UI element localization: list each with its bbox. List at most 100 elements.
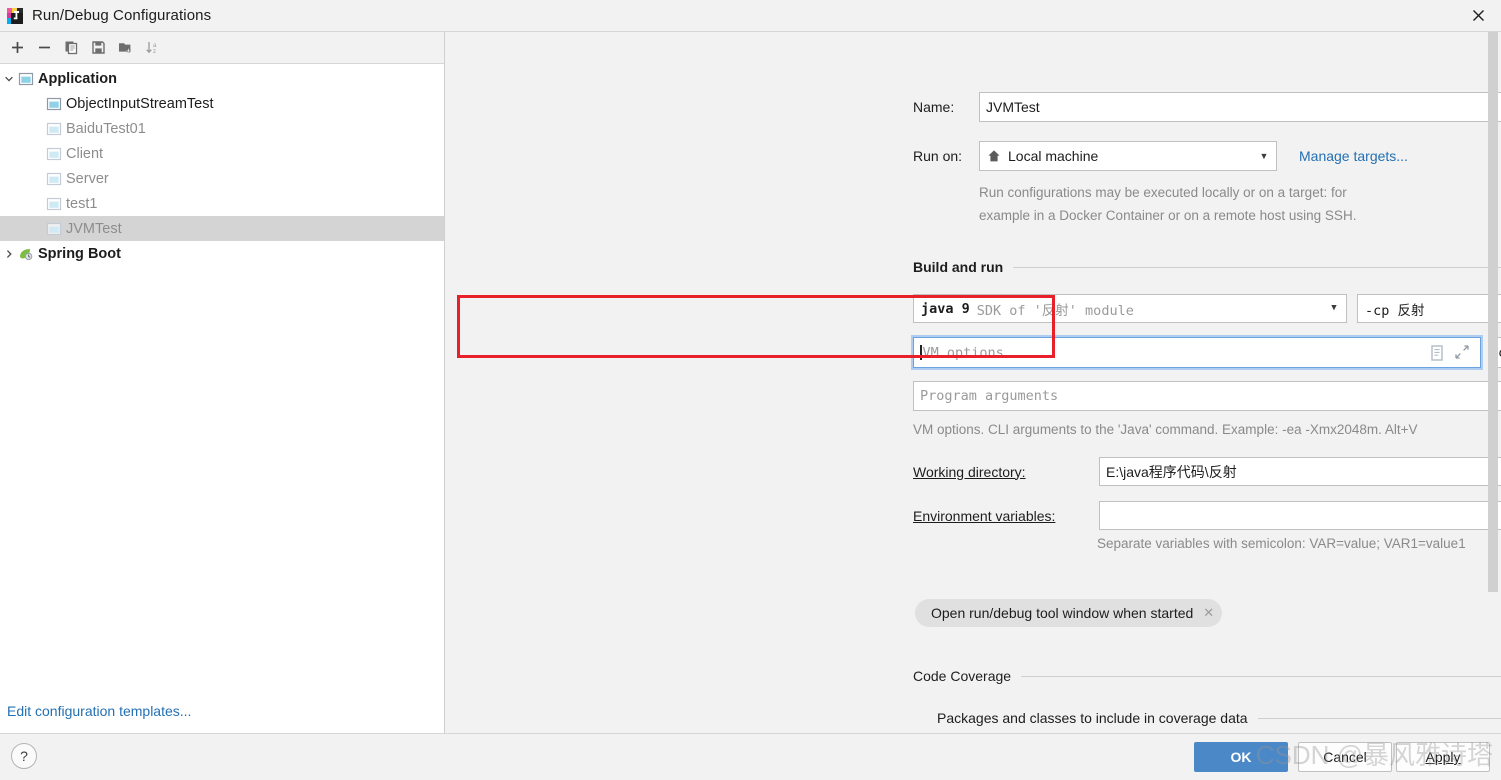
tree-node-spring-boot[interactable]: Spring Boot bbox=[0, 241, 444, 266]
classpath-dropdown[interactable]: -cp 反射 ▼ bbox=[1357, 294, 1501, 323]
folder-add-icon[interactable] bbox=[112, 35, 139, 60]
insert-macro-icon[interactable] bbox=[1430, 344, 1446, 361]
classpath-value: -cp 反射 bbox=[1365, 302, 1425, 319]
working-directory-input[interactable]: E:\java程序代码\反射 bbox=[1099, 457, 1501, 486]
tree-node-jvmtest[interactable]: JVMTest bbox=[0, 216, 444, 241]
name-row: Name: JVMTest bbox=[913, 92, 1501, 122]
configurations-sidebar: a z Application ObjectInputStreamTest Ba… bbox=[0, 32, 445, 733]
remove-configuration-button[interactable] bbox=[31, 35, 58, 60]
tree-node-objectinputstreamtest[interactable]: ObjectInputStreamTest bbox=[0, 91, 444, 116]
local-machine-icon bbox=[987, 149, 1001, 163]
build-and-run-title: Build and run bbox=[913, 259, 1004, 275]
run-config-icon bbox=[46, 121, 62, 137]
chevron-down-icon[interactable]: ▼ bbox=[1256, 151, 1272, 161]
application-icon bbox=[18, 71, 34, 87]
run-config-icon bbox=[46, 96, 62, 112]
tree-node-label: BaiduTest01 bbox=[66, 120, 146, 137]
run-on-value: Local machine bbox=[1008, 148, 1099, 164]
chevron-right-icon[interactable] bbox=[0, 249, 18, 259]
tree-node-client[interactable]: Client bbox=[0, 141, 444, 166]
ok-button[interactable]: OK bbox=[1194, 742, 1288, 772]
apply-button[interactable]: Apply bbox=[1396, 742, 1490, 772]
coverage-packages-title: Packages and classes to include in cover… bbox=[937, 710, 1248, 726]
jre-module-label: SDK of '反射' module bbox=[976, 302, 1134, 319]
run-on-hint-line-2: example in a Docker Container or on a re… bbox=[979, 208, 1357, 223]
tree-node-application[interactable]: Application bbox=[0, 66, 444, 91]
editor-vertical-scrollbar[interactable] bbox=[1488, 32, 1498, 733]
manage-targets-link[interactable]: Manage targets... bbox=[1299, 148, 1408, 164]
help-button[interactable]: ? bbox=[11, 743, 37, 769]
section-divider bbox=[1013, 266, 1501, 268]
svg-text:z: z bbox=[153, 49, 156, 55]
title-bar: Run/Debug Configurations bbox=[0, 0, 1501, 31]
cancel-button[interactable]: Cancel bbox=[1298, 742, 1392, 772]
name-label: Name: bbox=[913, 99, 955, 115]
code-coverage-title: Code Coverage bbox=[913, 668, 1012, 684]
section-divider bbox=[1257, 717, 1501, 719]
close-icon[interactable]: ✕ bbox=[1203, 605, 1214, 621]
code-coverage-section-header: Code Coverage Modify ⌄ bbox=[913, 668, 1501, 684]
intellij-idea-icon bbox=[7, 7, 23, 24]
working-directory-row: Working directory: E:\java程序代码\反射 bbox=[913, 457, 1501, 486]
scrollbar-thumb[interactable] bbox=[1488, 32, 1498, 592]
window-title: Run/Debug Configurations bbox=[32, 7, 212, 24]
open-tool-window-chip[interactable]: Open run/debug tool window when started … bbox=[915, 599, 1223, 627]
chevron-down-icon[interactable] bbox=[0, 74, 18, 84]
copy-configuration-button[interactable] bbox=[58, 35, 85, 60]
open-tool-window-chip-label: Open run/debug tool window when started bbox=[931, 605, 1194, 621]
run-config-icon bbox=[46, 146, 62, 162]
chevron-down-icon[interactable]: ▼ bbox=[1326, 304, 1342, 313]
program-arguments-input[interactable]: Program arguments bbox=[913, 381, 1501, 411]
run-on-label: Run on: bbox=[913, 148, 963, 164]
run-config-icon bbox=[46, 171, 62, 187]
expand-editor-icon[interactable] bbox=[1455, 344, 1471, 361]
run-on-row: Run on: Local machine ▼ Manage targets..… bbox=[913, 141, 1408, 171]
configuration-editor-content: Name: JVMTest Store as project file bbox=[445, 32, 1501, 733]
tree-node-label: Application bbox=[38, 70, 117, 87]
tree-node-label: Client bbox=[66, 145, 104, 162]
close-icon[interactable] bbox=[1455, 0, 1501, 31]
tree-node-label: Spring Boot bbox=[38, 245, 121, 262]
environment-variables-hint: Separate variables with semicolon: VAR=v… bbox=[1097, 536, 1466, 551]
environment-variables-row: Environment variables: bbox=[913, 501, 1501, 530]
run-on-hint: Run configurations may be executed local… bbox=[979, 181, 1356, 227]
build-and-run-section-header: Build and run Modify options ⌄ Alt+M bbox=[913, 259, 1501, 275]
vm-options-input[interactable]: VM options bbox=[913, 337, 1481, 368]
svg-text:a: a bbox=[153, 43, 157, 49]
environment-variables-input[interactable] bbox=[1099, 501, 1501, 530]
vm-options-hint: VM options. CLI arguments to the 'Java' … bbox=[913, 422, 1418, 437]
vm-options-placeholder: VM options bbox=[922, 344, 1004, 361]
tree-node-label: ObjectInputStreamTest bbox=[66, 95, 214, 112]
sort-az-icon[interactable]: a z bbox=[139, 35, 166, 60]
run-config-icon bbox=[46, 221, 62, 237]
run-debug-configurations-dialog: Run/Debug Configurations a z Application… bbox=[0, 0, 1501, 780]
tree-node-label: test1 bbox=[66, 195, 98, 212]
configurations-tree[interactable]: Application ObjectInputStreamTest BaiduT… bbox=[0, 64, 444, 689]
program-arguments-placeholder: Program arguments bbox=[920, 388, 1059, 404]
jre-dropdown[interactable]: java 9 SDK of '反射' module ▼ bbox=[913, 294, 1347, 323]
tree-node-label: Server bbox=[66, 170, 109, 187]
configuration-editor-panel: Name: JVMTest Store as project file bbox=[445, 32, 1501, 733]
coverage-packages-section-header: Packages and classes to include in cover… bbox=[937, 710, 1501, 726]
sidebar-toolbar: a z bbox=[0, 32, 444, 64]
text-caret bbox=[920, 345, 922, 360]
dialog-button-bar: ? OK Cancel Apply bbox=[0, 733, 1501, 780]
run-config-icon bbox=[46, 196, 62, 212]
add-configuration-button[interactable] bbox=[4, 35, 31, 60]
save-configuration-button[interactable] bbox=[85, 35, 112, 60]
dialog-body: a z Application ObjectInputStreamTest Ba… bbox=[0, 31, 1501, 733]
sidebar-footer: Edit configuration templates... bbox=[0, 689, 444, 733]
edit-configuration-templates-link[interactable]: Edit configuration templates... bbox=[7, 703, 191, 719]
jre-version-label: java 9 bbox=[921, 300, 970, 317]
tree-node-label: JVMTest bbox=[66, 220, 122, 237]
section-divider bbox=[1021, 675, 1501, 677]
tree-node-baidutest01[interactable]: BaiduTest01 bbox=[0, 116, 444, 141]
tree-node-test1[interactable]: test1 bbox=[0, 191, 444, 216]
name-input[interactable]: JVMTest bbox=[979, 92, 1501, 122]
working-directory-label: Working directory: bbox=[913, 463, 1026, 480]
tree-node-server[interactable]: Server bbox=[0, 166, 444, 191]
name-input-value: JVMTest bbox=[986, 99, 1040, 115]
run-on-hint-line-1: Run configurations may be executed local… bbox=[979, 185, 1347, 200]
run-on-dropdown[interactable]: Local machine ▼ bbox=[979, 141, 1277, 171]
environment-variables-label: Environment variables: bbox=[913, 507, 1056, 524]
